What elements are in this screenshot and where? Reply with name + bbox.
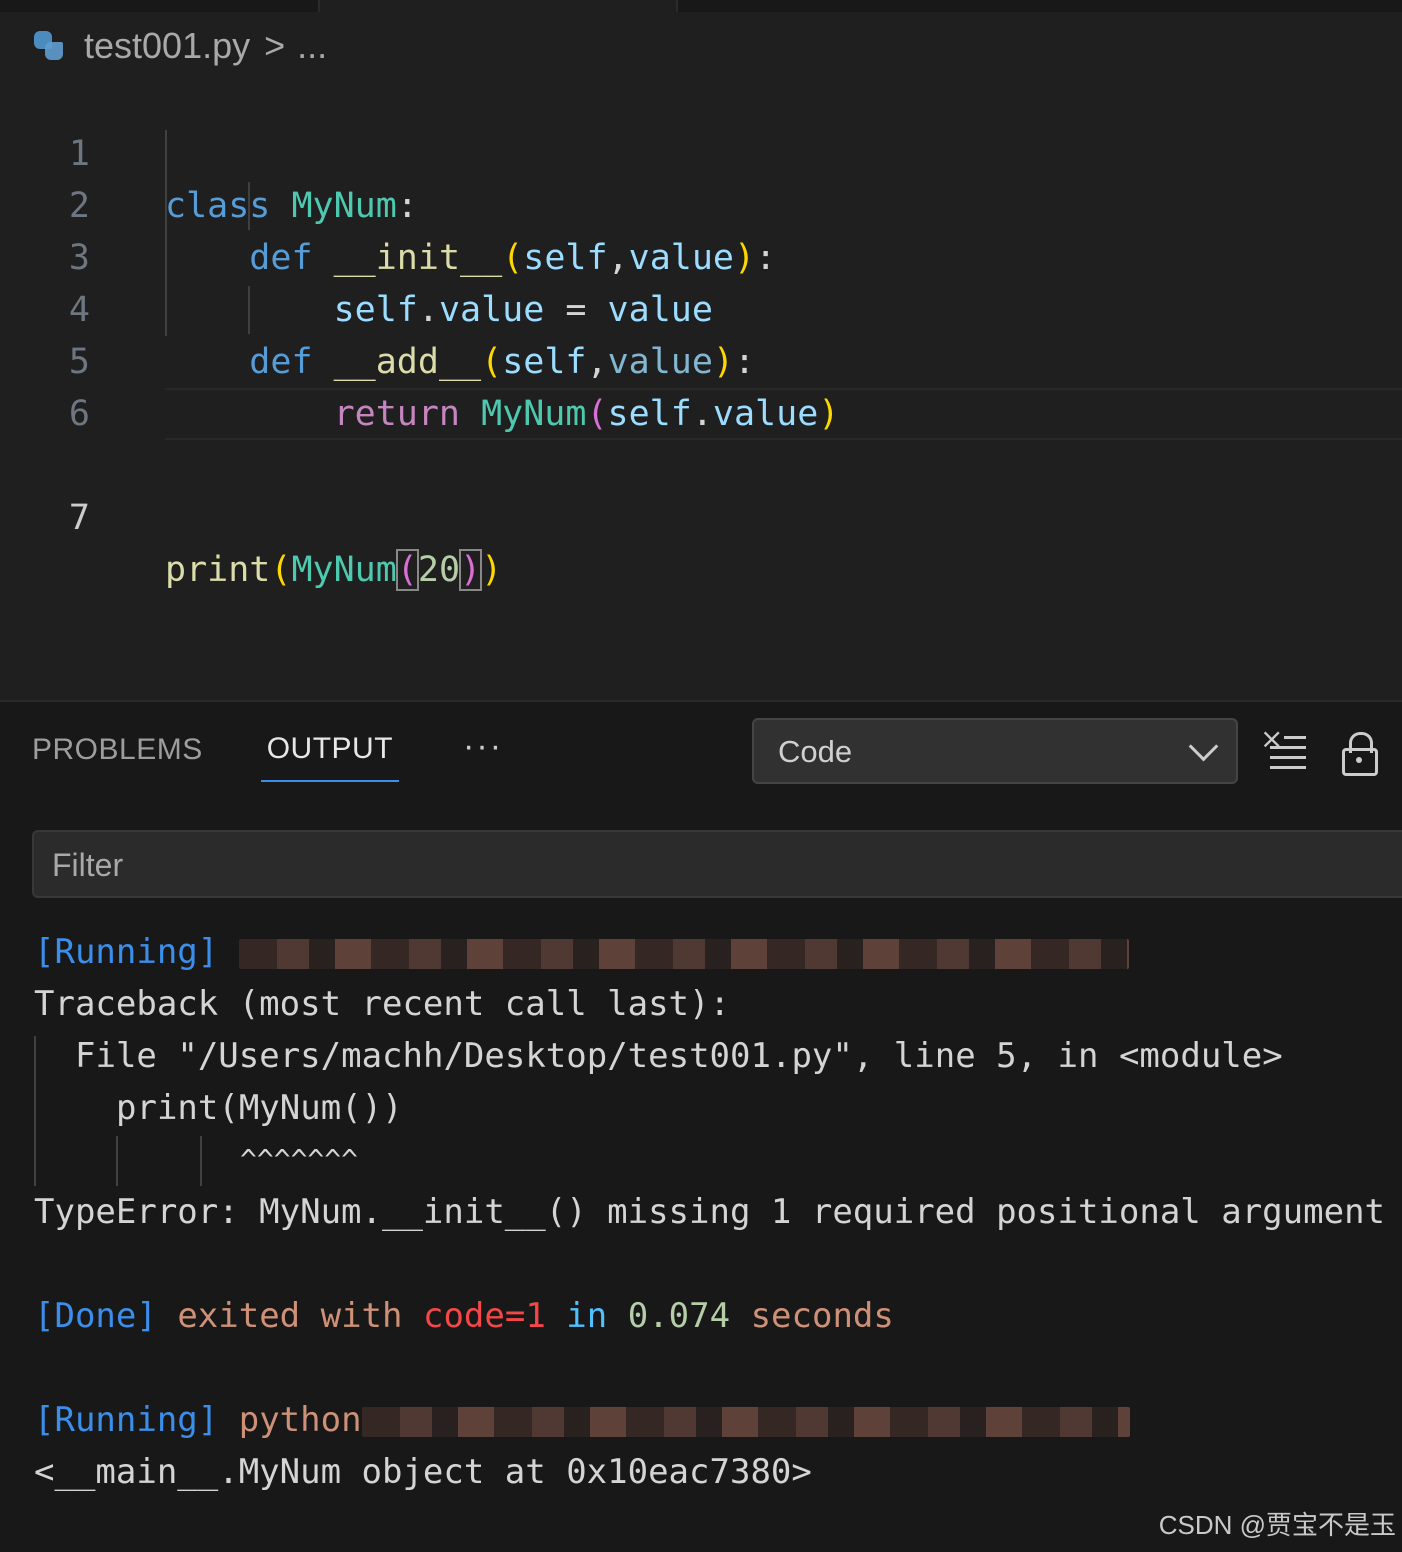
editor-area[interactable]: test001.py > ... 1 class MyNum: 2 def __… [0,0,1402,700]
code-line[interactable]: 4 def __add__(self,value): [0,232,1402,382]
more-actions-icon[interactable]: ··· [463,727,503,766]
output-line: Traceback (most recent call last): [34,984,730,1024]
token-bracket-matched: ( [395,549,419,591]
redacted-command [238,938,1129,969]
token-bracket: ) [481,550,503,590]
token-function: print [165,550,271,590]
python-file-icon [32,29,66,63]
output-line: [Running] python [34,1394,1385,1446]
in-text: in [566,1296,608,1336]
command-text: python [238,1400,362,1440]
output-log[interactable]: [Running] Traceback (most recent call la… [34,926,1385,1498]
output-line: File "/Users/machh/Desktop/test001.py", … [75,1036,1283,1076]
output-line: ^^^^^^^ [240,1143,359,1176]
watermark: CSDN @贾宝不是玉 [1158,1510,1396,1540]
panel-tabs: PROBLEMS OUTPUT ··· [32,727,503,782]
code-line-current[interactable]: 7 print(MyNum(20)) [0,388,1402,591]
duration: 0.074 [627,1296,731,1336]
tab-strip [0,0,1402,12]
running-tag: [Running] [34,1400,219,1440]
output-line: TypeError: MyNum.__init__() missing 1 re… [34,1192,1386,1232]
code-editor[interactable]: 1 class MyNum: 2 def __init__(self,value… [0,76,1402,591]
output-channel-value: Code [778,734,853,769]
output-channel-select[interactable]: Code [752,718,1238,784]
token-class: MyNum [291,550,397,590]
code-line[interactable]: 2 def __init__(self,value): [0,128,1402,278]
bottom-panel: PROBLEMS OUTPUT ··· Code × Filter [Runni… [0,700,1402,1552]
output-line: print(MyNum()) [116,1088,403,1128]
current-line-highlight [165,388,1402,440]
breadcrumb-symbols[interactable]: ... [297,25,327,67]
redacted-command [361,1406,1130,1437]
filter-input[interactable]: Filter [32,830,1402,898]
exit-text: exited with [177,1296,403,1336]
clear-output-icon[interactable]: × [1260,722,1306,770]
done-tag: [Done] [34,1296,157,1336]
chevron-right-icon: > [264,25,286,66]
code-line[interactable]: 3 self.value = value [0,180,1402,330]
token-number: 20 [417,550,461,590]
chevron-down-icon [1188,731,1219,762]
running-tag: [Running] [34,932,219,972]
output-line: <__main__.MyNum object at 0x10eac7380> [34,1452,812,1492]
line-number: 7 [68,498,90,538]
code-line[interactable]: 1 class MyNum: [0,76,1402,226]
tab-divider [676,0,678,12]
tab-output[interactable]: OUTPUT [260,732,400,782]
token-bracket-matched: ) [459,549,483,591]
output-line: [Running] [34,926,1385,978]
exit-code: code=1 [422,1296,546,1336]
code-line[interactable]: 6 [0,336,1402,434]
lock-scroll-icon[interactable] [1342,732,1378,776]
output-line: [Done] exited with code=1 in 0.074 secon… [34,1290,1385,1342]
breadcrumb-file[interactable]: test001.py [84,25,250,67]
code-line[interactable]: 5 return MyNum(self.value) [0,284,1402,434]
token-bracket: ( [270,550,292,590]
tab-problems[interactable]: PROBLEMS [32,733,203,781]
output-line-blank [34,1238,1385,1290]
breadcrumb[interactable]: test001.py > ... [32,24,327,68]
filter-placeholder: Filter [52,847,124,883]
seconds-text: seconds [750,1296,894,1336]
active-tab[interactable] [320,0,676,12]
output-line-blank [34,1342,1385,1394]
